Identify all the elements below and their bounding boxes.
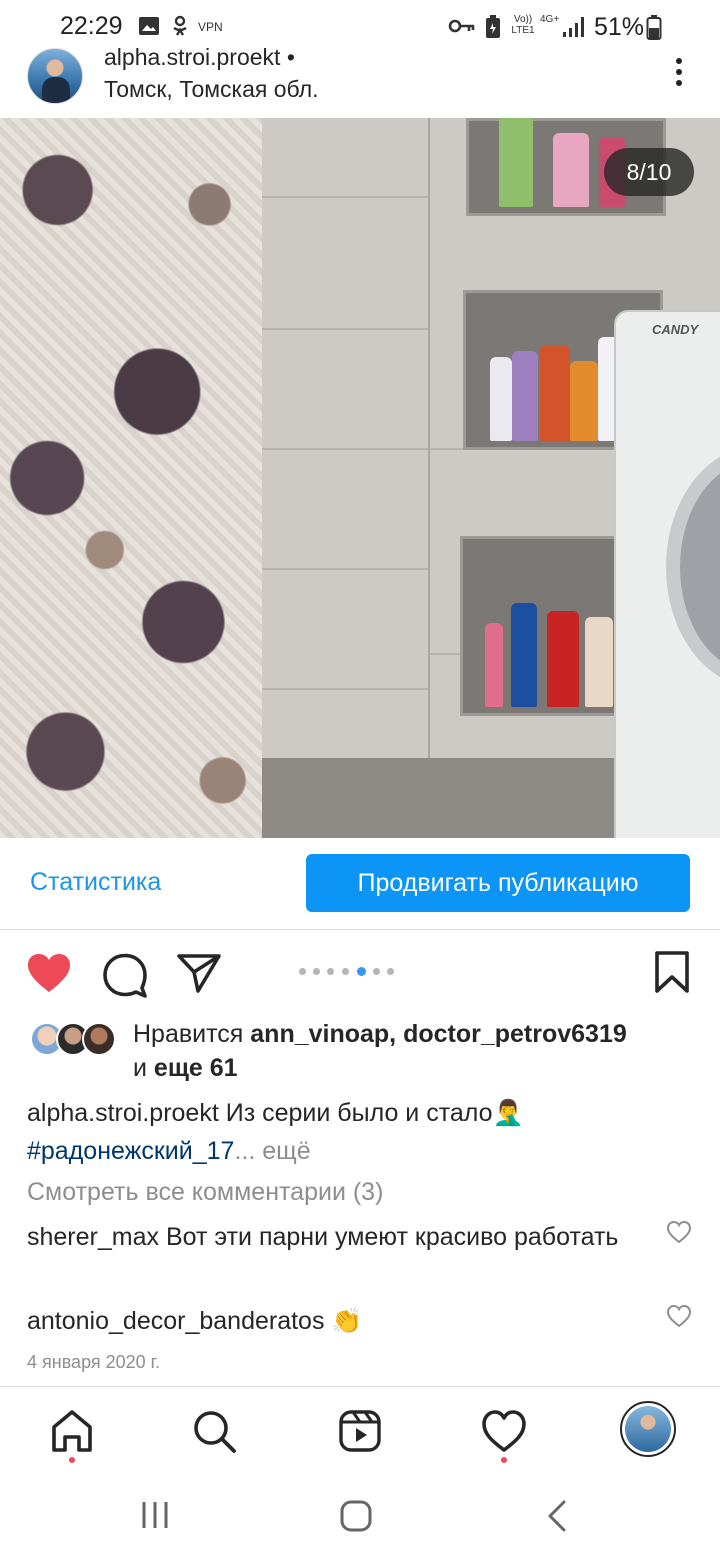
bottle [499, 118, 533, 207]
battery-percent: 51% [594, 13, 645, 41]
comment-text: Вот эти парни умеют красиво работать [159, 1223, 619, 1251]
bottle [512, 351, 538, 441]
activity-heart-icon[interactable] [480, 1407, 528, 1455]
view-all-comments-link[interactable]: Смотреть все комментарии (3) [27, 1178, 383, 1207]
floral-tile-wall [0, 118, 262, 838]
wall-niche-bottom [460, 536, 620, 716]
comment-text: 👏 [324, 1307, 363, 1335]
promotion-row: Статистика Продвигать публикацию [0, 838, 720, 930]
comment-item: sherer_max Вот эти парни умеют красиво р… [27, 1218, 647, 1256]
post-caption: alpha.stroi.proekt Из серии было и стало… [27, 1094, 687, 1170]
likes-others-count[interactable]: еще 61 [154, 1054, 238, 1082]
comment-item: antonio_decor_banderatos 👏 [27, 1302, 647, 1340]
likers-names[interactable]: ann_vinoap, doctor_petrov6319 [250, 1020, 627, 1048]
share-icon[interactable] [176, 952, 222, 994]
carousel-dot [373, 968, 380, 975]
network-type-label: 4G+ [540, 14, 560, 25]
liker-avatar [82, 1022, 116, 1056]
profile-avatar-image [625, 1406, 671, 1452]
carousel-dot [327, 968, 334, 975]
carousel-dot [313, 968, 320, 975]
vpn-label: VPN [198, 20, 223, 34]
bottle [485, 623, 503, 707]
gallery-notification-icon [139, 17, 159, 35]
home-notification-dot [69, 1457, 75, 1463]
promote-post-button[interactable]: Продвигать публикацию [306, 854, 690, 912]
post-location[interactable]: Томск, Томская обл. [104, 76, 319, 103]
signal-icon [563, 17, 584, 37]
activity-notification-dot [501, 1457, 507, 1463]
bottle [570, 361, 598, 441]
recent-apps-icon[interactable] [140, 1498, 170, 1532]
tile-joint [262, 448, 428, 450]
washer-brand-label: CANDY [652, 322, 699, 337]
caption-hashtag[interactable]: #радонежский_17 [27, 1137, 234, 1165]
post-date: 4 января 2020 г. [27, 1352, 161, 1372]
comment-like-icon[interactable] [666, 1220, 692, 1244]
system-navigation-bar [0, 1476, 720, 1560]
washer-door [666, 447, 720, 687]
caption-more-link[interactable]: ... ещё [234, 1137, 310, 1165]
bottle [540, 345, 570, 441]
bottle [490, 357, 512, 441]
likes-summary[interactable]: Нравится ann_vinoap, doctor_petrov6319 и… [0, 1014, 720, 1086]
likes-text-line1: Нравится ann_vinoap, doctor_petrov6319 [133, 1020, 627, 1049]
photo-counter-badge: 8/10 [604, 148, 694, 196]
profile-avatar[interactable] [620, 1401, 676, 1457]
author-avatar[interactable] [27, 48, 83, 104]
washing-machine: CANDY [614, 310, 720, 838]
battery-saver-icon [486, 15, 500, 38]
bottle [553, 133, 589, 207]
likes-text-line2: и еще 61 [133, 1054, 238, 1083]
tile-joint [262, 568, 428, 570]
insights-link[interactable]: Статистика [30, 868, 161, 897]
comment-like-icon[interactable] [666, 1304, 692, 1328]
battery-icon [646, 15, 662, 40]
bottom-navigation [0, 1386, 720, 1476]
carousel-dot [342, 968, 349, 975]
heart-filled-icon[interactable] [26, 952, 72, 994]
comment-username[interactable]: antonio_decor_banderatos [27, 1307, 324, 1335]
carousel-dot [387, 968, 394, 975]
more-options-icon[interactable] [664, 54, 694, 94]
comment-username[interactable]: sherer_max [27, 1223, 159, 1251]
status-time: 22:29 [60, 12, 123, 40]
back-icon[interactable] [544, 1498, 570, 1534]
bottle [511, 603, 537, 707]
caption-text: Из серии было и стало🤦‍♂️ [218, 1099, 524, 1127]
bottle [585, 617, 613, 707]
post-header: alpha.stroi.proekt • Томск, Томская обл. [0, 40, 720, 118]
bookmark-icon[interactable] [654, 950, 690, 994]
home-icon[interactable] [48, 1407, 96, 1455]
caption-username[interactable]: alpha.stroi.proekt [27, 1099, 219, 1127]
carousel-dot-active [357, 967, 366, 976]
post-photo[interactable]: CANDY 8/10 [0, 118, 720, 838]
bottle [547, 611, 579, 707]
home-button-icon[interactable] [338, 1498, 374, 1534]
wall-corner [428, 118, 430, 838]
likes-prefix: Нравится [133, 1020, 251, 1048]
search-icon[interactable] [190, 1407, 238, 1455]
volte-label: Vo)) LTE1 [511, 14, 535, 36]
author-username[interactable]: alpha.stroi.proekt • [104, 44, 295, 71]
post-action-bar [0, 940, 720, 1010]
likes-and: и [133, 1054, 154, 1082]
tile-joint [262, 688, 428, 690]
tile-joint [262, 196, 428, 198]
reels-icon[interactable] [336, 1407, 384, 1455]
carousel-dot [299, 968, 306, 975]
tile-joint [262, 328, 428, 330]
vpn-key-icon [448, 19, 475, 33]
comment-icon[interactable] [102, 952, 148, 998]
ok-notification-icon [173, 15, 187, 36]
